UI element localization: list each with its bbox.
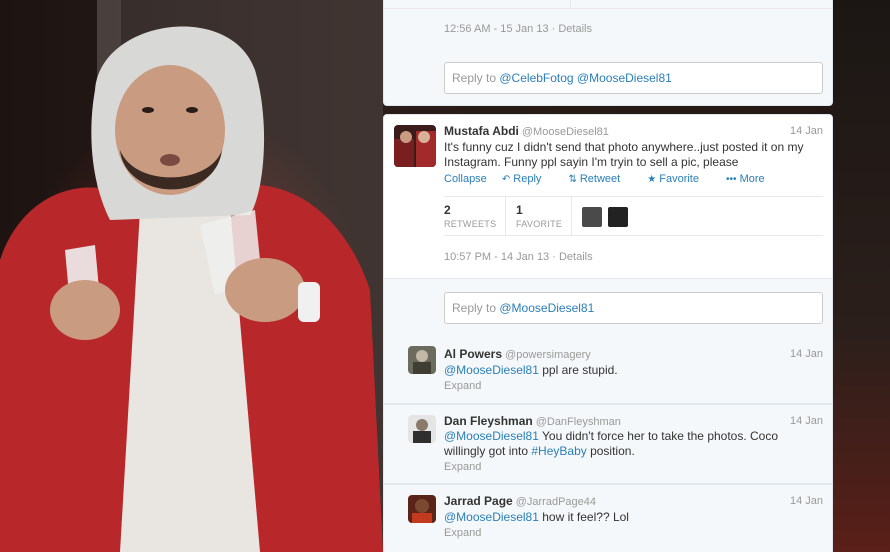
tweet-body: how it feel?? Lol	[538, 510, 629, 524]
avatar-image	[408, 346, 436, 374]
tweet-stats: 2 RETWEETS 1 FAVORITE	[444, 196, 823, 236]
user-thumbnail[interactable]	[608, 207, 628, 227]
author-handle[interactable]: @DanFleyshman	[536, 416, 621, 428]
expand-link[interactable]: Expand	[444, 461, 481, 473]
tweet-text: @MooseDiesel81 how it feel?? Lol	[444, 510, 629, 525]
reply-mentions: @CelebFotog @MooseDiesel81	[499, 71, 672, 85]
retweets-label: RETWEETS	[444, 219, 497, 229]
favorites-label: FAVORITE	[516, 219, 563, 229]
expand-link[interactable]: Expand	[444, 380, 481, 392]
retweets-count: 2	[444, 203, 451, 217]
tweet-body: position.	[586, 444, 635, 458]
author-name[interactable]: Al Powers	[444, 347, 502, 361]
tweet-author[interactable]: Al Powers @powersimagery	[444, 347, 591, 361]
tweet-date[interactable]: 14 Jan	[790, 415, 823, 427]
tweet-text: It's funny cuz I didn't send that photo …	[444, 140, 824, 170]
author-handle[interactable]: @powersimagery	[505, 349, 591, 361]
stats-divider	[505, 197, 506, 236]
avatar[interactable]	[408, 415, 436, 443]
tweet-author[interactable]: Dan Fleyshman @DanFleyshman	[444, 414, 621, 428]
reply-mentions: @MooseDiesel81	[499, 301, 595, 315]
tweet-text-line: Instagram. Funny ppl sayin I'm tryin to …	[444, 155, 739, 169]
tweet-actions: Collapse ↶ Reply ⇅ Retweet ★ Favorite ••• Mo…	[444, 173, 789, 185]
tweet-text-line: It's funny cuz I didn't send that photo …	[444, 140, 804, 154]
reply-input[interactable]: Reply to @CelebFotog @MooseDiesel81	[444, 62, 823, 94]
tweet-timestamp[interactable]: 10:57 PM - 14 Jan 13 · Details	[444, 251, 593, 263]
tweet-text: @MooseDiesel81 ppl are stupid.	[444, 363, 618, 378]
avatar-image	[408, 495, 436, 523]
hashtag-link[interactable]: #HeyBaby	[531, 444, 586, 458]
tweet-author[interactable]: Jarrad Page @JarradPage44	[444, 494, 596, 508]
avatar[interactable]	[394, 125, 436, 167]
author-name[interactable]: Mustafa Abdi	[444, 124, 519, 138]
ellipsis-icon: •••	[726, 174, 737, 185]
previous-tweet-footer: 12:56 AM - 15 Jan 13 · Details Reply to …	[383, 0, 833, 106]
reply-prefix: Reply to	[452, 301, 497, 315]
mention-link[interactable]: @MooseDiesel81	[444, 363, 539, 377]
tweet-text: @MooseDiesel81 You didn't force her to t…	[444, 429, 824, 459]
tweet-date[interactable]: 14 Jan	[790, 495, 823, 507]
star-icon: ★	[647, 174, 657, 185]
person-illustration	[0, 26, 383, 552]
retweet-action[interactable]: ⇅ Retweet	[568, 173, 632, 185]
reply-prefix: Reply to	[452, 71, 497, 85]
avatar-image	[394, 125, 436, 167]
retweet-icon: ⇅	[568, 174, 577, 185]
avatar[interactable]	[408, 346, 436, 374]
tweet-author[interactable]: Mustafa Abdi @MooseDiesel81	[444, 124, 609, 138]
tweet-timestamp[interactable]: 12:56 AM - 15 Jan 13 · Details	[444, 23, 592, 35]
tweet-body: willingly got into	[444, 444, 532, 458]
reply-input[interactable]: Reply to @MooseDiesel81	[444, 292, 823, 324]
favorite-label: Favorite	[659, 173, 699, 185]
reply-area: Reply to @MooseDiesel81	[384, 278, 832, 337]
tweet-text-line: @MooseDiesel81 You didn't force her to t…	[444, 429, 824, 444]
reply-action[interactable]: ↶ Reply	[502, 173, 554, 185]
mention-link[interactable]: @MooseDiesel81	[444, 429, 539, 443]
author-name[interactable]: Dan Fleyshman	[444, 414, 533, 428]
tweet-body: ppl are stupid.	[538, 363, 618, 377]
author-handle[interactable]: @JarradPage44	[516, 496, 596, 508]
mention-link[interactable]: @MooseDiesel81	[444, 510, 539, 524]
tweet-body: You didn't force her to take the photos.…	[538, 429, 779, 443]
favorite-action[interactable]: ★ Favorite	[647, 173, 711, 185]
favorites-count: 1	[516, 203, 523, 217]
author-handle[interactable]: @MooseDiesel81	[522, 126, 609, 138]
reply-label: Reply	[513, 173, 542, 185]
more-label: More	[739, 173, 765, 185]
avatar[interactable]	[408, 495, 436, 523]
stats-row-remnant	[384, 0, 832, 9]
reply-tweet[interactable]: Jarrad Page @JarradPage44 14 Jan @MooseDi…	[383, 484, 833, 552]
retweets-stat[interactable]: 2 RETWEETS	[444, 203, 496, 229]
favorites-stat[interactable]: 1 FAVORITE	[516, 203, 562, 229]
tweet-date[interactable]: 14 Jan	[790, 348, 823, 360]
tweet-column: 12:56 AM - 15 Jan 13 · Details Reply to …	[383, 0, 833, 552]
right-background-panel	[833, 0, 890, 552]
collapse-link[interactable]: Collapse	[444, 173, 487, 185]
more-action[interactable]: ••• More	[726, 173, 777, 185]
avatar-image	[408, 415, 436, 443]
expand-link[interactable]: Expand	[444, 527, 481, 539]
stats-divider	[570, 0, 571, 9]
tweet-text-line: willingly got into #HeyBaby position.	[444, 444, 824, 459]
author-name[interactable]: Jarrad Page	[444, 494, 513, 508]
expanded-tweet[interactable]: Mustafa Abdi @MooseDiesel81 14 Jan It's f…	[383, 114, 833, 337]
user-thumbnail[interactable]	[582, 207, 602, 227]
tweet-date[interactable]: 14 Jan	[790, 125, 823, 137]
reply-tweet[interactable]: Dan Fleyshman @DanFleyshman 14 Jan @Moose…	[383, 404, 833, 484]
retweet-label: Retweet	[579, 173, 621, 185]
stats-divider	[571, 197, 572, 236]
reply-arrow-icon: ↶	[501, 174, 511, 185]
reply-tweet[interactable]: Al Powers @powersimagery 14 Jan @MooseDie…	[383, 336, 833, 404]
